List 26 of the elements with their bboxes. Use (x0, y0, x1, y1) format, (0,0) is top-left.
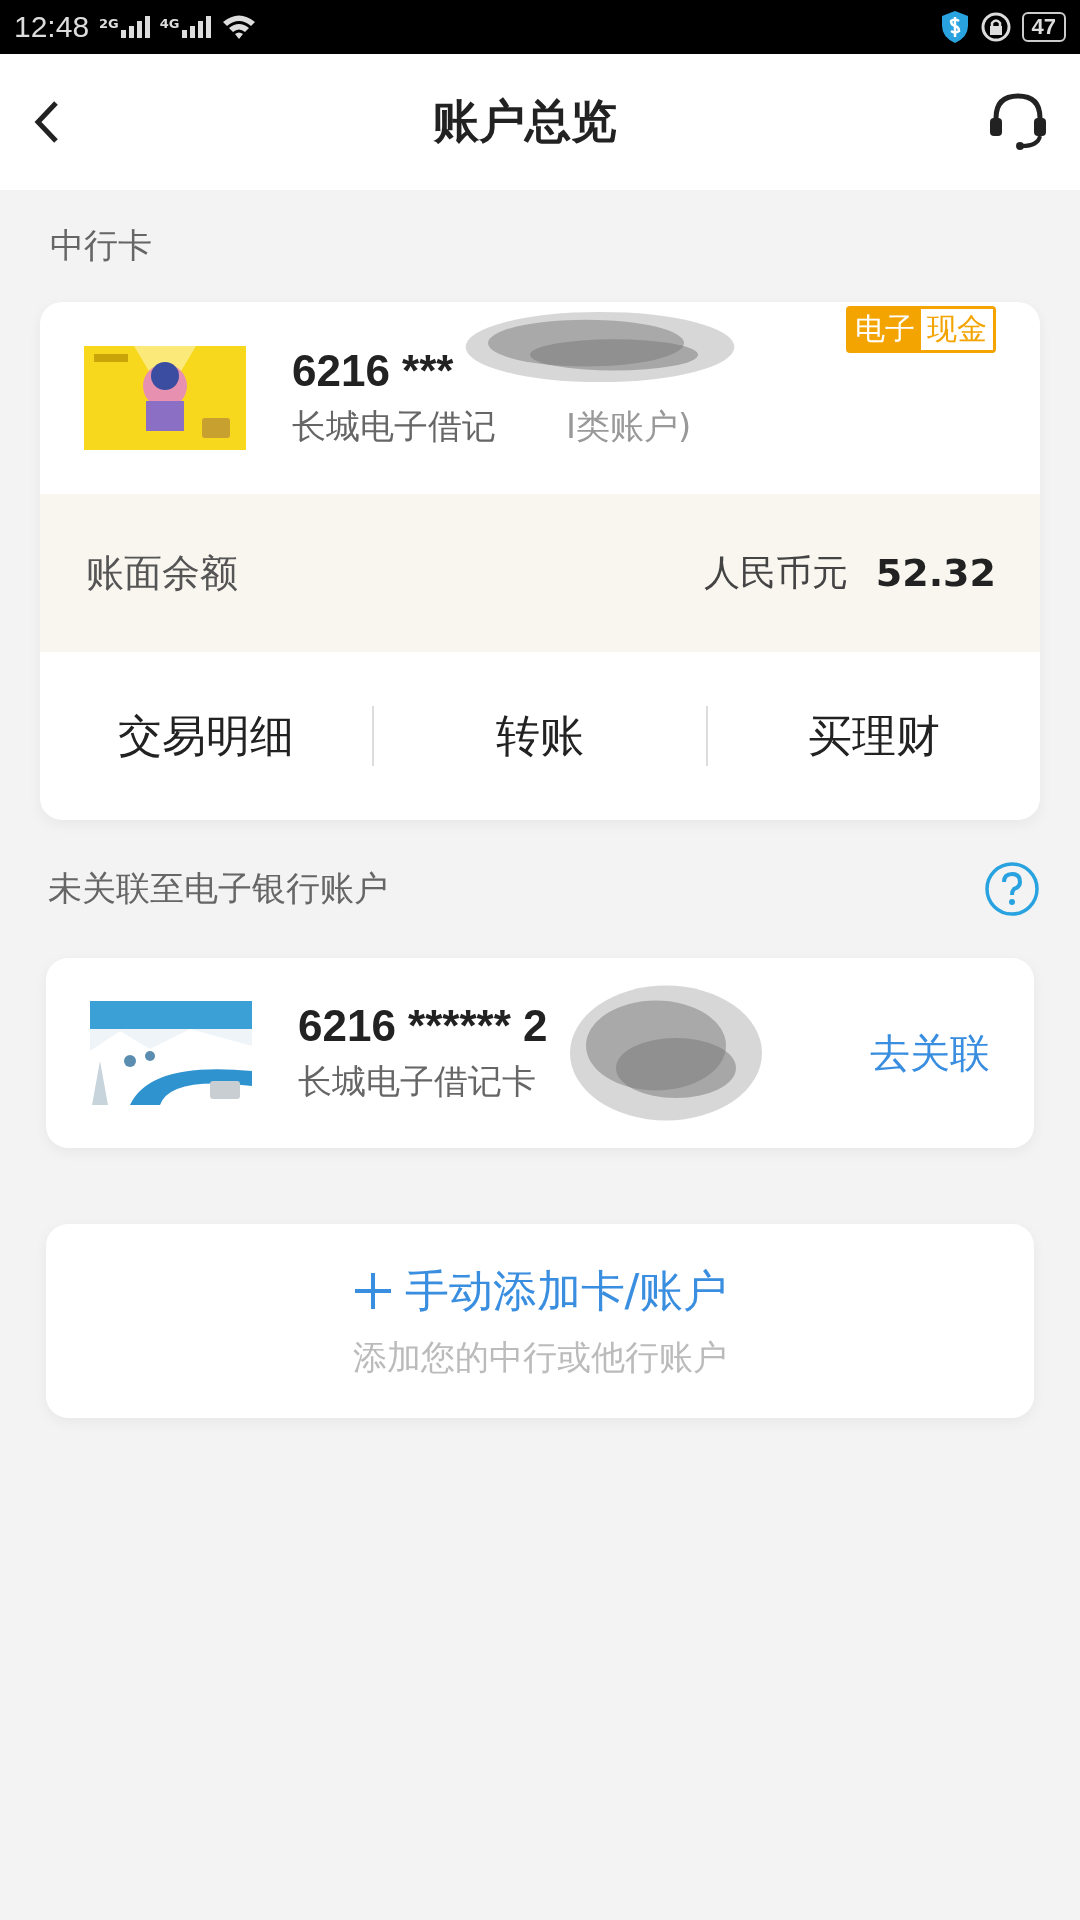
clock: 12:48 (14, 10, 90, 44)
card-number: 6216 *** (292, 346, 454, 396)
signal-icon (181, 16, 211, 38)
action-button[interactable]: 交易明细 (40, 706, 372, 766)
account-class: I类账户) (566, 405, 692, 448)
balance-label: 账面余额 (86, 549, 239, 597)
rotation-lock-icon (979, 11, 1012, 43)
action-button[interactable]: 转账 (374, 706, 706, 766)
section-title: 未关联至电子银行账户 (48, 867, 388, 910)
shield-icon (939, 10, 970, 44)
card-number: 6216 ****** 2 (298, 1001, 548, 1051)
network-type: 2G (99, 16, 119, 31)
currency-label: 人民币元 (703, 550, 848, 595)
card-type: 长城电子借记卡 (298, 1060, 536, 1103)
e-cash-badge: 电子 现金 (846, 306, 996, 353)
signal-icon (120, 16, 150, 38)
battery-level: 47 (1021, 12, 1066, 42)
page-title: 账户总览 (433, 93, 617, 150)
network-type: 4G (159, 16, 180, 31)
plus-icon (352, 1271, 393, 1311)
balance-amount: 52.32 (875, 551, 996, 595)
add-card-hint: 添加您的中行或他行账户 (353, 1335, 727, 1379)
help-icon[interactable] (984, 861, 1040, 917)
section-title: 中行卡 (50, 224, 152, 267)
action-button[interactable]: 买理财 (708, 706, 1040, 766)
card-type: 长城电子借记 (292, 405, 496, 448)
